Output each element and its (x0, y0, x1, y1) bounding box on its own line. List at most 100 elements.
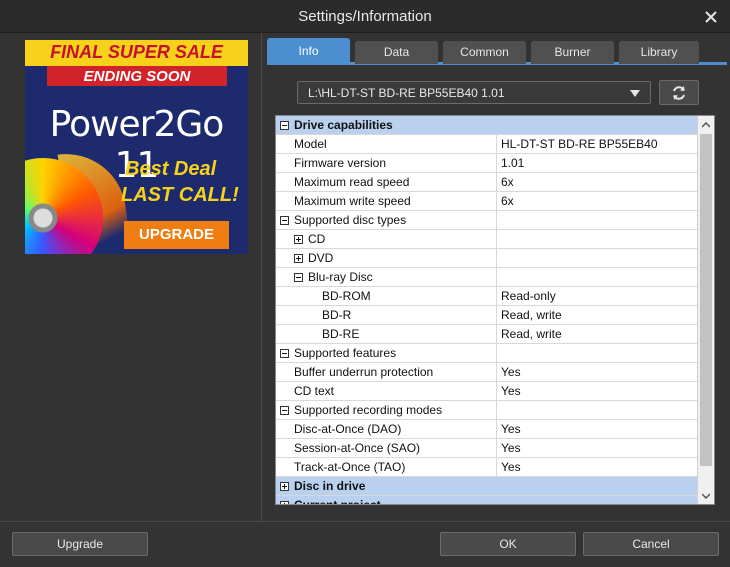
property-value: Read, write (501, 327, 562, 341)
expand-plus-icon[interactable] (280, 482, 289, 491)
close-icon[interactable] (700, 6, 722, 28)
property-name-cell: BD-R (276, 306, 497, 325)
property-name-cell: Drive capabilities (276, 116, 497, 135)
tab-data[interactable]: Data (355, 41, 438, 64)
property-name-cell: Maximum write speed (276, 192, 497, 211)
left-panel: FINAL SUPER SALE ENDING SOON Power2Go 11… (10, 33, 262, 521)
property-name-cell: Model (276, 135, 497, 154)
property-row: Session-at-Once (SAO) Yes (276, 439, 697, 458)
property-name: Buffer underrun protection (294, 365, 434, 379)
property-grid[interactable]: Drive capabilities Model HL-DT-ST BD-RE BP… (275, 115, 715, 505)
collapse-minus-icon[interactable] (280, 216, 289, 225)
property-row: Model HL-DT-ST BD-RE BP55EB40 (276, 135, 697, 154)
property-name: Supported recording modes (294, 403, 443, 417)
property-name-cell: BD-ROM (276, 287, 497, 306)
property-value (498, 116, 697, 135)
property-row: BD-RE Read, write (276, 325, 697, 344)
property-value: Yes (501, 384, 521, 398)
property-name: Supported features (294, 346, 397, 360)
property-row: BD-R Read, write (276, 306, 697, 325)
property-name-cell: Supported disc types (276, 211, 497, 230)
property-name: Model (294, 137, 327, 151)
property-name: Firmware version (294, 156, 387, 170)
ad-banner-strip: FINAL SUPER SALE (25, 40, 248, 66)
property-value (498, 344, 697, 363)
property-value: 6x (501, 194, 514, 208)
dialog-footer: Upgrade OK Cancel (0, 521, 730, 567)
property-name-cell: Session-at-Once (SAO) (276, 439, 497, 458)
property-name-cell: CD (276, 230, 497, 249)
property-name-cell: Supported recording modes (276, 401, 497, 420)
scroll-up-icon[interactable] (698, 116, 714, 133)
ad-ribbon: ENDING SOON (47, 66, 227, 86)
ok-button[interactable]: OK (440, 532, 576, 556)
property-row: Track-at-Once (TAO) Yes (276, 458, 697, 477)
property-group-row[interactable]: Supported recording modes (276, 401, 697, 420)
property-value: Yes (501, 441, 521, 455)
property-group-row[interactable]: Blu-ray Disc (276, 268, 697, 287)
property-name: Disc-at-Once (DAO) (294, 422, 402, 436)
property-row: CD text Yes (276, 382, 697, 401)
promo-banner[interactable]: FINAL SUPER SALE ENDING SOON Power2Go 11… (25, 40, 248, 254)
property-value (498, 477, 697, 496)
expand-plus-icon[interactable] (294, 235, 303, 244)
property-name: Current project (294, 498, 381, 505)
right-panel: Info Data Common Burner Library L:\HL-DT… (263, 33, 730, 521)
refresh-icon (673, 85, 685, 100)
upgrade-button[interactable]: Upgrade (12, 532, 148, 556)
ad-deal-line1: Best Deal (125, 158, 217, 180)
property-value: Read, write (501, 308, 562, 322)
tab-burner[interactable]: Burner (531, 41, 614, 64)
expand-plus-icon[interactable] (280, 501, 289, 504)
ad-upgrade-button[interactable]: UPGRADE (124, 221, 229, 249)
property-name: Supported disc types (294, 213, 407, 227)
property-name-cell: Disc in drive (276, 477, 497, 496)
scrollbar-thumb[interactable] (700, 134, 712, 466)
collapse-minus-icon[interactable] (280, 349, 289, 358)
property-name-cell: Blu-ray Disc (276, 268, 497, 287)
property-section-header[interactable]: Current project (276, 496, 697, 505)
property-row: Buffer underrun protection Yes (276, 363, 697, 382)
collapse-minus-icon[interactable] (280, 121, 289, 130)
property-value: Yes (501, 460, 521, 474)
vertical-scrollbar[interactable] (697, 116, 714, 504)
window-title: Settings/Information (298, 8, 432, 25)
collapse-minus-icon[interactable] (294, 273, 303, 282)
property-value (498, 268, 697, 287)
property-name-cell: Disc-at-Once (DAO) (276, 420, 497, 439)
tab-library[interactable]: Library (619, 41, 699, 64)
property-name: DVD (308, 251, 334, 265)
cancel-button[interactable]: Cancel (583, 532, 719, 556)
tab-info[interactable]: Info (267, 38, 350, 65)
ad-ribbon-text: ENDING SOON (83, 68, 191, 85)
tab-bar: Info Data Common Burner Library (267, 38, 727, 65)
property-name-cell: Maximum read speed (276, 173, 497, 192)
property-group-row[interactable]: Supported features (276, 344, 697, 363)
property-name: CD (308, 232, 326, 246)
property-value (498, 211, 697, 230)
tab-common[interactable]: Common (443, 41, 526, 64)
scroll-down-icon[interactable] (698, 487, 714, 504)
collapse-minus-icon[interactable] (280, 406, 289, 415)
property-value (498, 401, 697, 420)
chevron-down-icon (630, 90, 640, 97)
property-row: Disc-at-Once (DAO) Yes (276, 420, 697, 439)
property-section-header[interactable]: Disc in drive (276, 477, 697, 496)
property-row: Maximum write speed 6x (276, 192, 697, 211)
property-name: BD-RE (322, 327, 360, 341)
property-group-row[interactable]: Supported disc types (276, 211, 697, 230)
property-name: CD text (294, 384, 335, 398)
expand-plus-icon[interactable] (294, 254, 303, 263)
property-value: Read-only (501, 289, 556, 303)
property-group-row[interactable]: CD (276, 230, 697, 249)
property-name-cell: Buffer underrun protection (276, 363, 497, 382)
property-value: Yes (501, 422, 521, 436)
property-name-cell: BD-RE (276, 325, 497, 344)
property-group-row[interactable]: DVD (276, 249, 697, 268)
property-value (498, 249, 697, 268)
property-section-header[interactable]: Drive capabilities (276, 116, 697, 135)
drive-select[interactable]: L:\HL-DT-ST BD-RE BP55EB40 1.01 (297, 81, 651, 104)
property-name: Drive capabilities (294, 118, 393, 132)
refresh-button[interactable] (659, 80, 699, 105)
property-grid-rows: Drive capabilities Model HL-DT-ST BD-RE BP… (276, 116, 697, 505)
